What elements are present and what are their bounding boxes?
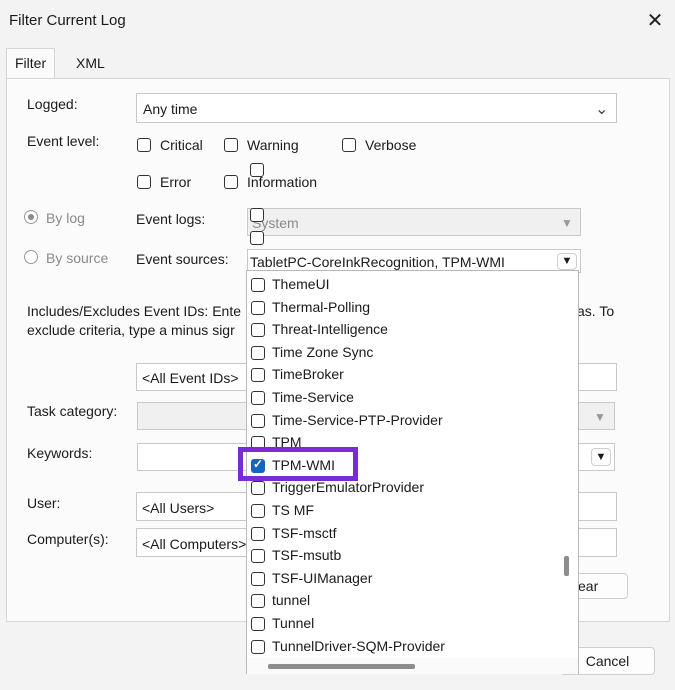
dropdown-list-item[interactable]: tunnel (247, 590, 567, 612)
list-item-label: TSF-msctf (272, 524, 337, 541)
list-item-label: Time-Service-PTP-Provider (272, 411, 443, 428)
dropdown-arrow-icon: ▼ (594, 410, 606, 424)
overlay-checkbox (250, 208, 264, 222)
horizontal-scrollbar-thumb[interactable] (268, 664, 415, 669)
tpm-wmi-highlight-box (238, 447, 358, 481)
event-sources-label: Event sources: (136, 251, 229, 267)
critical-label: Critical (160, 137, 203, 153)
list-item-label: Time Zone Sync (272, 343, 374, 360)
ids-description-line1: Includes/Excludes Event IDs: Ente (27, 303, 241, 319)
list-item-checkbox[interactable] (251, 639, 265, 654)
list-item-checkbox[interactable] (251, 549, 265, 564)
dropdown-list-item[interactable]: Time Zone Sync (247, 342, 567, 364)
ids-description-line1-tail: as. To (577, 303, 615, 319)
dropdown-list-item[interactable]: TSF-UIManager (247, 568, 567, 590)
dropdown-arrow-icon: ▼ (561, 216, 573, 230)
list-item-label: TimeBroker (272, 366, 344, 383)
list-item-checkbox[interactable] (251, 481, 265, 496)
user-label: User: (27, 495, 61, 511)
dropdown-list-item[interactable]: TSF-msutb (247, 545, 567, 567)
overlay-checkbox (250, 231, 264, 245)
dropdown-list-item[interactable]: Time-Service (247, 387, 567, 409)
user-value: <All Users> (142, 500, 215, 516)
event-level-label: Event level: (27, 133, 100, 149)
list-item-label: Tunnel (272, 615, 315, 631)
chevron-down-icon: ⌄ (595, 101, 609, 118)
list-item-checkbox[interactable] (251, 368, 265, 383)
list-item-label: tunnel (272, 592, 311, 609)
ids-description-line2: exclude criteria, type a minus sigr (27, 322, 235, 338)
by-log-radio[interactable] (24, 210, 38, 224)
vertical-scrollbar-thumb[interactable] (564, 556, 569, 576)
warning-label: Warning (247, 137, 299, 153)
dropdown-list-item[interactable]: TunnelDriver-SQM-Provider (247, 636, 567, 658)
logged-label: Logged: (27, 96, 78, 112)
logged-select[interactable]: Any time ⌄ (136, 93, 617, 123)
by-source-label: By source (46, 250, 109, 266)
by-log-label: By log (46, 210, 85, 226)
list-item-label: TSF-UIManager (272, 569, 373, 586)
event-logs-label: Event logs: (136, 211, 206, 227)
dropdown-list-item[interactable]: ThemeUI (247, 274, 567, 296)
dropdown-list-item[interactable]: Tunnel (247, 613, 567, 635)
list-item-checkbox[interactable] (251, 391, 265, 405)
information-checkbox[interactable] (224, 175, 238, 189)
tab-xml[interactable]: XML (68, 50, 113, 76)
list-item-label: TriggerEmulatorProvider (272, 479, 424, 496)
list-item-label: Threat-Intelligence (272, 321, 388, 338)
dropdown-list-item[interactable]: Thermal-Polling (247, 297, 567, 319)
dropdown-arrow-icon[interactable]: ▼ (557, 253, 577, 270)
event-ids-value: <All Event IDs> (142, 370, 239, 386)
error-checkbox[interactable] (137, 175, 151, 189)
overlay-checkbox (250, 163, 264, 177)
list-item-label: Time-Service (272, 389, 354, 405)
list-item-checkbox[interactable] (251, 594, 265, 609)
clear-button-label: ear (578, 578, 599, 594)
computers-label: Computer(s): (27, 531, 109, 547)
critical-checkbox[interactable] (137, 138, 151, 152)
by-source-radio[interactable] (24, 250, 38, 264)
verbose-checkbox[interactable] (342, 138, 356, 152)
event-sources-value: TabletPC-CoreInkRecognition, TPM-WMI (250, 254, 505, 270)
dropdown-arrow-icon[interactable]: ▼ (591, 448, 611, 466)
dropdown-list-item[interactable]: Time-Service-PTP-Provider (247, 410, 567, 432)
keywords-label: Keywords: (27, 445, 93, 461)
list-item-checkbox[interactable] (251, 526, 265, 541)
list-item-checkbox[interactable] (251, 571, 265, 586)
list-item-checkbox[interactable] (251, 504, 265, 518)
list-item-label: TSF-msutb (272, 547, 342, 564)
error-label: Error (160, 174, 192, 190)
event-logs-select[interactable]: System ▼ (247, 208, 581, 236)
logged-value: Any time (143, 101, 198, 117)
tab-filter[interactable]: Filter (6, 48, 56, 79)
list-item-label: Thermal-Polling (272, 298, 371, 315)
verbose-label: Verbose (365, 137, 417, 153)
dropdown-list-item[interactable]: Threat-Intelligence (247, 319, 567, 341)
list-item-label: ThemeUI (272, 276, 330, 292)
list-item-checkbox[interactable] (251, 413, 265, 428)
dropdown-list-item[interactable]: TS MF (247, 500, 567, 522)
computers-value: <All Computers> (142, 536, 247, 552)
list-item-label: TS MF (272, 502, 314, 518)
close-icon[interactable]: ✕ (643, 8, 667, 34)
warning-checkbox[interactable] (224, 138, 238, 152)
list-item-label: TunnelDriver-SQM-Provider (272, 637, 445, 654)
dropdown-list-item[interactable]: TSF-msctf (247, 523, 567, 545)
list-item-checkbox[interactable] (251, 617, 265, 631)
list-item-checkbox[interactable] (251, 345, 265, 360)
list-item-checkbox[interactable] (251, 278, 265, 292)
task-category-label: Task category: (27, 403, 118, 419)
list-item-checkbox[interactable] (251, 300, 265, 315)
dropdown-list-item[interactable]: TimeBroker (247, 364, 567, 386)
list-item-checkbox[interactable] (251, 323, 265, 338)
window-title: Filter Current Log (9, 12, 126, 29)
